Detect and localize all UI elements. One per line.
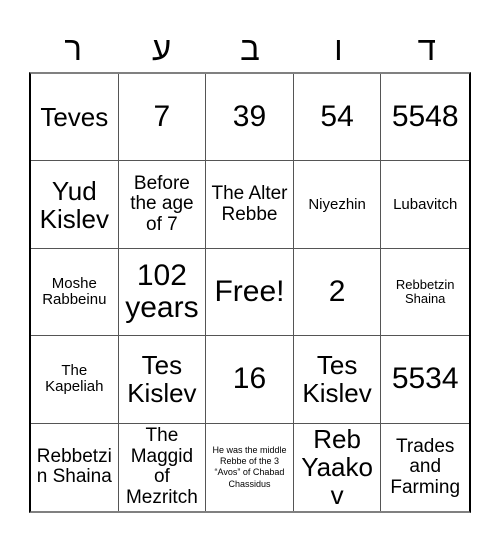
bingo-cell[interactable]: Before the age of 7	[118, 161, 207, 249]
bingo-cell-label: The Kapeliah	[45, 362, 104, 396]
bingo-cell-label: Tes Kislev	[127, 350, 197, 409]
bingo-cell[interactable]: 102 years	[118, 248, 207, 337]
bingo-cell-label: Yud Kislev	[39, 175, 109, 234]
header-letter-daled-icon: ד	[417, 29, 436, 67]
bingo-cell[interactable]: Reb Yaakov	[293, 423, 382, 511]
bingo-header-cell: ב	[206, 24, 294, 72]
bingo-cell-label: 102 years	[125, 258, 199, 324]
bingo-cell[interactable]: 16	[206, 336, 294, 424]
bingo-cell[interactable]: The Kapeliah	[31, 336, 119, 424]
bingo-cell-label: Rebbetzin Shaina	[395, 276, 455, 306]
bingo-cell[interactable]: The Maggid of Mezritch	[118, 423, 207, 511]
bingo-cell[interactable]: Tes Kislev	[293, 336, 382, 424]
bingo-cell[interactable]: 39	[206, 74, 294, 162]
bingo-header-cell: ר	[29, 24, 117, 72]
bingo-cell[interactable]: Rebbetzin Shaina	[31, 423, 119, 511]
bingo-cell[interactable]: 2	[293, 248, 382, 337]
bingo-cell[interactable]: Lubavitch	[381, 161, 469, 249]
bingo-cell-label: The Alter Rebbe	[211, 183, 288, 225]
header-letter-reish-icon: ר	[64, 29, 83, 67]
bingo-cell[interactable]: Trades and Farming	[381, 423, 469, 511]
bingo-cell[interactable]: Rebbetzin Shaina	[381, 248, 469, 337]
bingo-cell[interactable]: Moshe Rabbeinu	[31, 248, 119, 337]
bingo-cell-label: 5534	[391, 362, 459, 396]
bingo-cell-label: 2	[328, 274, 346, 308]
bingo-cell-label: 39	[232, 100, 267, 133]
header-letter-vav-icon: ו	[334, 29, 343, 67]
bingo-free-space-cell[interactable]: Free!	[206, 248, 294, 337]
header-letter-beis-icon: ב	[240, 29, 260, 67]
bingo-cell-label: 7	[153, 100, 171, 133]
bingo-cell[interactable]: 5548	[381, 74, 469, 162]
bingo-cell-label: Tes Kislev	[302, 350, 372, 409]
bingo-cell-label: Rebbetzin Shaina	[36, 445, 112, 488]
bingo-cell-label: Moshe Rabbeinu	[42, 274, 107, 308]
bingo-header-cell: ו	[294, 24, 382, 72]
bingo-cell-label: Lubavitch	[393, 195, 458, 213]
bingo-cell[interactable]: The Alter Rebbe	[206, 161, 294, 249]
bingo-cell-label: Teves	[40, 102, 109, 133]
bingo-cell-label: Niyezhin	[308, 195, 366, 213]
bingo-cell-label: Reb Yaakov	[301, 424, 373, 511]
bingo-cell-label: 54	[320, 100, 354, 133]
bingo-cell-label: 5548	[391, 100, 459, 133]
bingo-cell[interactable]: 54	[293, 74, 382, 162]
bingo-cell[interactable]: Yud Kislev	[31, 161, 119, 249]
bingo-cell[interactable]: 5534	[381, 336, 469, 424]
bingo-grid: Teves 7 39 54 5548 Yud Kislev Before the age o…	[29, 72, 471, 513]
header-letter-ayin-icon: ע	[152, 29, 172, 67]
bingo-cell[interactable]: Niyezhin	[293, 161, 382, 249]
bingo-cell-label: Free!	[214, 274, 285, 308]
bingo-cell[interactable]: Teves	[31, 74, 119, 162]
bingo-card: ר ע ב ו ד Teves 7 39 54 5548 Yud Kislev Before the…	[0, 0, 500, 544]
bingo-cell[interactable]: Tes Kislev	[118, 336, 207, 424]
bingo-cell-label: 16	[232, 362, 267, 396]
bingo-header-row: רעבוד	[29, 24, 471, 72]
bingo-cell-label: Trades and Farming	[390, 435, 461, 498]
bingo-header-cell: ע	[117, 24, 205, 72]
bingo-cell[interactable]: He was the middle Rebbe of the 3 “Avos” …	[206, 423, 294, 511]
bingo-cell-label: Before the age of 7	[130, 172, 194, 235]
bingo-cell-label: The Maggid of Mezritch	[125, 425, 198, 508]
bingo-cell[interactable]: 7	[118, 74, 207, 162]
bingo-cell-label: He was the middle Rebbe of the 3 “Avos” …	[212, 444, 287, 489]
bingo-header-cell: ד	[383, 24, 471, 72]
